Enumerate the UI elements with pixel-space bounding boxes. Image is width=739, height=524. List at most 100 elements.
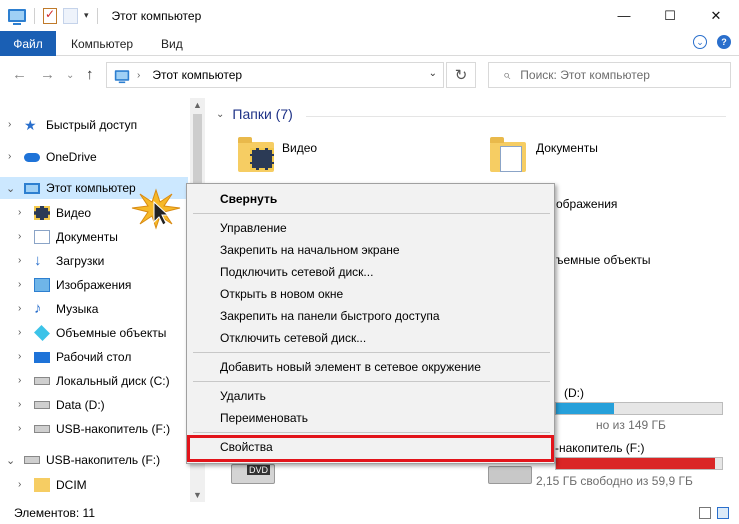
chevron-right-icon[interactable]: › [18, 279, 21, 290]
menu-item-map-network-drive[interactable]: Подключить сетевой диск... [220, 265, 373, 279]
tab-view[interactable]: Вид [161, 31, 183, 56]
cloud-icon [24, 152, 40, 162]
sidebar-item-label: DCIM [56, 478, 87, 492]
title-bar: ▾ Этот компьютер — ☐ ✕ [0, 0, 739, 31]
menu-item-open-new-window[interactable]: Открыть в новом окне [220, 287, 343, 301]
sidebar-item-label: Видео [56, 206, 92, 220]
sidebar-item-pictures[interactable]: Изображения [34, 274, 131, 296]
chevron-right-icon[interactable]: › [18, 479, 21, 490]
scroll-down-icon[interactable]: ▼ [193, 490, 202, 500]
menu-item-properties[interactable]: Свойства [220, 440, 273, 454]
sidebar-item-desktop[interactable]: Рабочий стол [34, 346, 131, 368]
chevron-right-icon[interactable]: › [18, 423, 21, 434]
customize-quick-access-icon[interactable]: ▾ [84, 10, 89, 21]
menu-item-add-network-location[interactable]: Добавить новый элемент в сетевое окружен… [220, 360, 481, 374]
documents-folder-icon [34, 230, 50, 244]
divider [193, 213, 550, 214]
refresh-button[interactable]: ↻ [446, 62, 476, 88]
usb-drive-icon [34, 425, 50, 433]
chevron-right-icon[interactable]: › [18, 255, 21, 266]
sidebar-item-label: Этот компьютер [46, 181, 136, 195]
recent-locations-button[interactable]: ⌄ [66, 70, 74, 81]
computer-icon [8, 9, 26, 25]
chevron-down-icon[interactable]: ⌄ [216, 109, 224, 120]
up-button[interactable]: ↑ [86, 66, 94, 83]
chevron-right-icon[interactable]: › [18, 375, 21, 386]
sidebar-item-label: Объемные объекты [56, 326, 167, 340]
film-icon [250, 148, 274, 170]
search-input[interactable]: ⌕ Поиск: Этот компьютер [488, 62, 731, 88]
breadcrumb[interactable]: Этот компьютер [152, 68, 242, 82]
search-icon: ⌕ [503, 67, 511, 82]
menu-item-pin-quick-access[interactable]: Закрепить на панели быстрого доступа [220, 309, 440, 323]
sidebar-item-label: Музыка [56, 302, 99, 316]
folder-label-3d-objects[interactable]: ъемные объекты [556, 253, 651, 267]
drive-usage-bar-f [555, 457, 723, 470]
back-button[interactable]: ← [12, 66, 27, 83]
navigation-pane: › ★ Быстрый доступ › OneDrive ⌄ Этот ком… [0, 98, 207, 502]
usb-drive-icon[interactable] [488, 466, 532, 484]
maximize-button[interactable]: ☐ [647, 0, 693, 31]
chevron-right-icon[interactable]: › [18, 231, 21, 242]
sidebar-item-downloads[interactable]: ↓ Загрузки [34, 250, 104, 272]
folder-label-pictures[interactable]: ображения [556, 197, 617, 211]
chevron-right-icon[interactable]: › [8, 119, 11, 130]
close-button[interactable]: ✕ [693, 0, 739, 31]
chevron-right-icon[interactable]: › [8, 151, 11, 162]
folder-label-documents[interactable]: Документы [536, 141, 598, 155]
folder-icon [34, 478, 50, 492]
forward-button[interactable]: → [40, 66, 55, 83]
chevron-down-icon[interactable]: ⌄ [429, 68, 437, 79]
address-bar[interactable]: › Этот компьютер ⌄ [106, 62, 444, 88]
details-view-button[interactable] [699, 507, 711, 519]
dvd-drive-icon[interactable]: DVD [231, 464, 275, 484]
divider [193, 352, 550, 353]
help-icon[interactable]: ? [717, 35, 731, 49]
sidebar-item-drive-c[interactable]: Локальный диск (C:) [34, 370, 170, 392]
chevron-down-icon[interactable]: ⌄ [6, 454, 15, 467]
sidebar-item-onedrive[interactable]: OneDrive [24, 146, 97, 168]
menu-item-rename[interactable]: Переименовать [220, 411, 308, 425]
window-title: Этот компьютер [111, 8, 202, 23]
chevron-down-icon[interactable]: ⌄ [6, 182, 15, 195]
sidebar-item-dcim[interactable]: DCIM [34, 474, 87, 496]
document-icon [500, 146, 522, 172]
pictures-folder-icon [34, 278, 50, 292]
sidebar-item-usb-drive-f[interactable]: USB-накопитель (F:) [34, 418, 170, 440]
large-icons-view-button[interactable] [717, 507, 729, 519]
sidebar-item-3d-objects[interactable]: Объемные объекты [34, 322, 166, 344]
menu-item-collapse[interactable]: Свернуть [220, 192, 277, 206]
drive-label-d[interactable]: (D:) [564, 386, 584, 400]
sidebar-item-label: Локальный диск (C:) [56, 374, 170, 388]
chevron-right-icon[interactable]: › [18, 303, 21, 314]
folder-label-video[interactable]: Видео [282, 141, 317, 155]
drive-usage-fill [556, 458, 716, 469]
menu-item-disconnect-network-drive[interactable]: Отключить сетевой диск... [220, 331, 366, 345]
menu-item-manage[interactable]: Управление [220, 221, 287, 235]
expand-ribbon-icon[interactable]: ⌄ [693, 35, 707, 49]
tab-computer[interactable]: Компьютер [71, 31, 133, 56]
menu-item-pin-to-start[interactable]: Закрепить на начальном экране [220, 243, 400, 257]
tab-file[interactable]: Файл [0, 31, 56, 56]
folders-group-header[interactable]: ⌄ Папки (7) [216, 106, 293, 122]
sidebar-item-quick-access[interactable]: ★ Быстрый доступ [24, 114, 137, 136]
dvd-badge: DVD [247, 465, 271, 475]
chevron-right-icon[interactable]: › [18, 351, 21, 362]
drive-label-f[interactable]: -накопитель (F:) [555, 441, 644, 455]
sidebar-item-music[interactable]: ♪ Музыка [34, 298, 98, 320]
sidebar-item-documents[interactable]: Документы [34, 226, 118, 248]
scroll-up-icon[interactable]: ▲ [193, 100, 202, 110]
minimize-button[interactable]: — [601, 0, 647, 31]
properties-icon[interactable] [43, 7, 57, 24]
sidebar-item-video[interactable]: Видео [34, 202, 91, 224]
divider [193, 432, 550, 433]
chevron-right-icon[interactable]: › [18, 207, 21, 218]
sidebar-item-drive-d[interactable]: Data (D:) [34, 394, 105, 416]
breadcrumb-separator[interactable]: › [137, 70, 140, 81]
sidebar-item-this-pc[interactable]: Этот компьютер [24, 177, 136, 199]
sidebar-item-usb-drive-f-root[interactable]: USB-накопитель (F:) [24, 449, 160, 471]
menu-item-delete[interactable]: Удалить [220, 389, 266, 403]
chevron-right-icon[interactable]: › [18, 327, 21, 338]
chevron-right-icon[interactable]: › [18, 399, 21, 410]
new-folder-icon[interactable] [63, 7, 78, 24]
